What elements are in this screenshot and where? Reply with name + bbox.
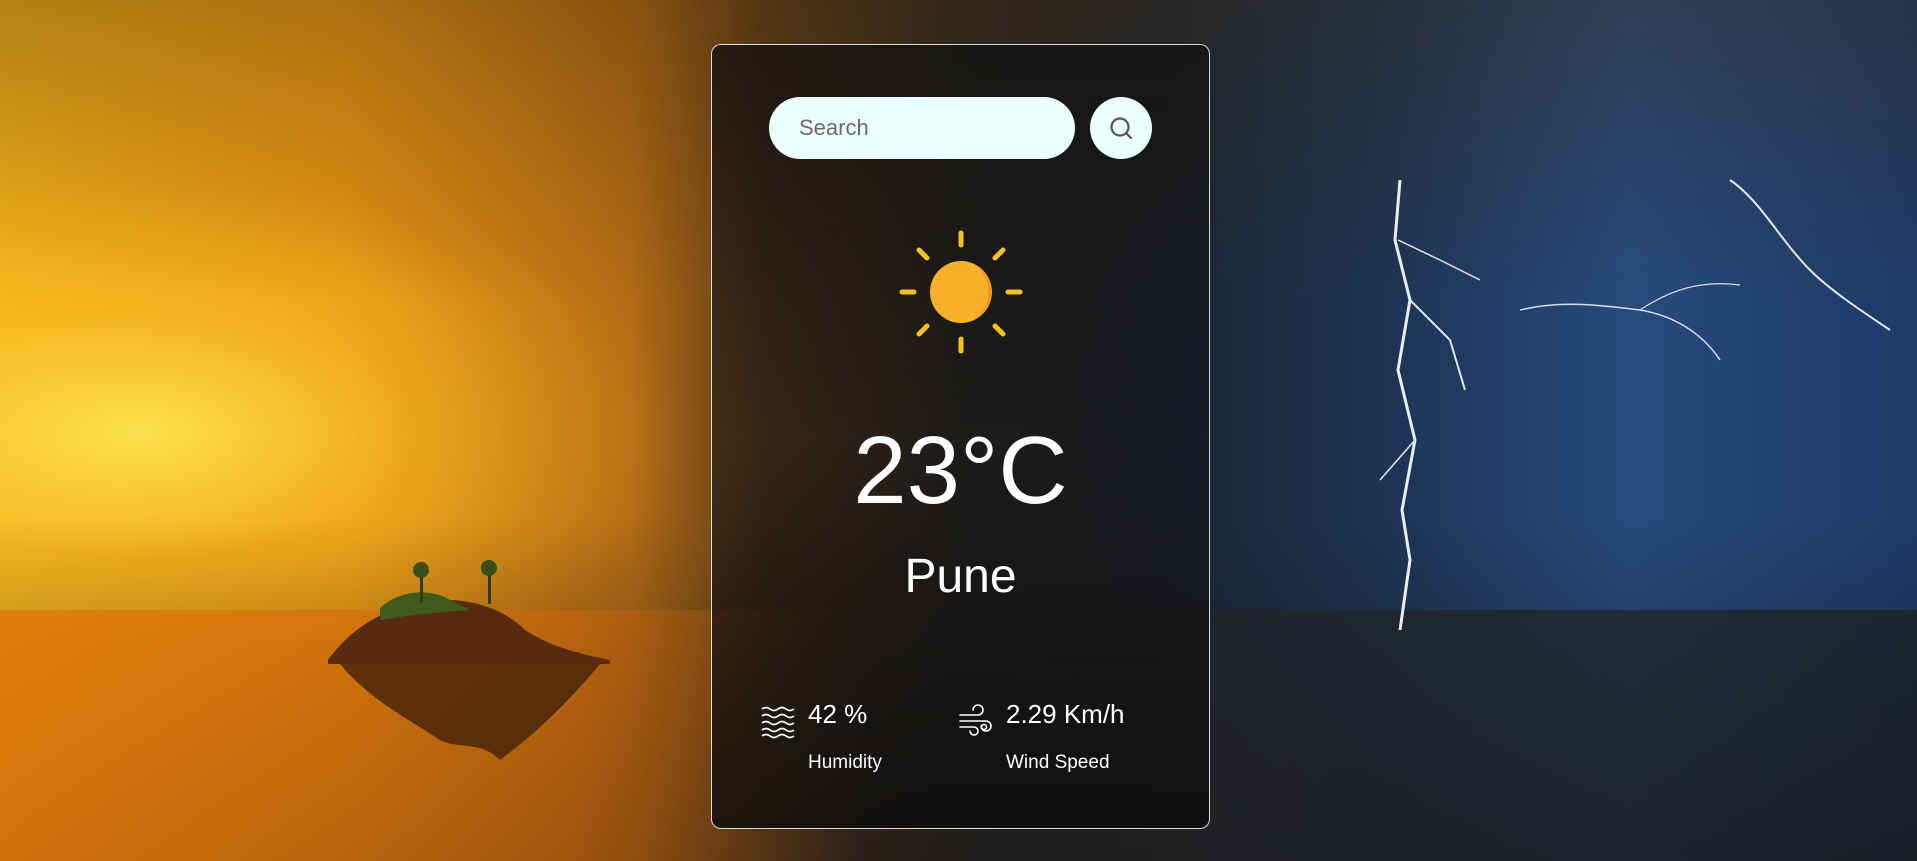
search-input[interactable]	[769, 97, 1075, 159]
lightning-bolt	[1379, 180, 1481, 630]
search-bar	[769, 97, 1152, 159]
wind-value: 2.29 Km/h	[1006, 699, 1125, 729]
island-graphic	[328, 560, 610, 760]
humidity-panel: 42 % Humidity	[760, 693, 882, 772]
humidity-label: Humidity	[808, 752, 882, 773]
sun-icon	[899, 230, 1023, 354]
wind-info: 2.29 Km/h Wind Speed	[1006, 693, 1125, 772]
wind-panel: 2.29 Km/h Wind Speed	[958, 693, 1125, 772]
wind-icon	[959, 704, 992, 736]
temperature: 23°C	[853, 417, 1068, 524]
wind-label: Wind Speed	[1006, 752, 1110, 773]
humidity-value: 42 %	[808, 699, 868, 729]
search-icon	[1110, 117, 1133, 140]
lightning-branch	[1520, 179, 1891, 361]
humidity-info: 42 % Humidity	[808, 693, 882, 772]
search-button[interactable]	[1090, 97, 1152, 159]
weather-card: 23°C Pune 42 % Humidity 2	[711, 44, 1210, 829]
humidity-waves-icon	[761, 706, 795, 739]
city-name: Pune	[904, 550, 1017, 603]
